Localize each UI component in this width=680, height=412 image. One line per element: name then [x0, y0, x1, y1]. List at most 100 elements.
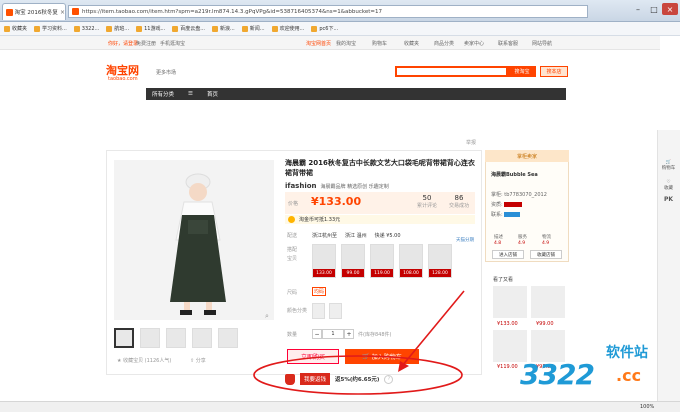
installment-link[interactable]: 天猫分期	[456, 237, 474, 243]
thumbnail[interactable]	[166, 328, 186, 348]
seen-price: ¥99.00	[536, 321, 554, 327]
shipping-label: 配送	[287, 233, 298, 239]
thumbnail[interactable]	[114, 328, 134, 348]
add-to-cart-button[interactable]: 🛒 加入购物车	[345, 349, 419, 364]
bundle-swatch[interactable]: 99.00	[341, 244, 365, 278]
page-icon	[106, 25, 113, 32]
page-icon	[73, 25, 80, 32]
bookmark-item[interactable]: pc6下...	[311, 25, 338, 32]
nav-home[interactable]: 首页	[207, 90, 218, 98]
quantity-label: 数量	[287, 332, 298, 338]
seen-item[interactable]	[531, 286, 565, 318]
zoom-level[interactable]: 100%	[640, 404, 654, 410]
thumbnail[interactable]	[218, 328, 238, 348]
buy-now-button[interactable]: 立即购买	[287, 349, 339, 364]
mobile-link[interactable]: 手机逛淘宝	[160, 40, 185, 47]
rebate-button[interactable]: 我要返钱	[300, 373, 331, 385]
thumbnail[interactable]	[192, 328, 212, 348]
review-count[interactable]: 50 累计评论	[413, 194, 441, 209]
cart-link[interactable]: 购物车	[372, 40, 387, 47]
my-taobao-link[interactable]: 我的淘宝	[336, 40, 356, 47]
site-top-bar: 你好，请登录 免费注册 手机逛淘宝 淘宝网首页 我的淘宝 购物车 收藏夹 商品分…	[0, 36, 660, 50]
color-label: 颜色分类	[287, 308, 308, 314]
search-input[interactable]	[395, 66, 508, 77]
enter-shop-button[interactable]: 进入店铺	[492, 250, 524, 259]
bookmark-item[interactable]: 航班...	[106, 25, 129, 32]
status-bar: 100%	[0, 401, 680, 412]
seen-price: ¥133.00	[497, 321, 518, 327]
share-link[interactable]: ⇪ 分享	[190, 357, 206, 364]
bookmarks-bar: 收藏夹 学习资料... 3322... 航班... 11游戏... 百度云盘..…	[0, 22, 680, 36]
wangwang-icon[interactable]	[504, 212, 521, 217]
shop-name[interactable]: 海晨霸Bubble Sea	[491, 171, 538, 178]
collect-item-link[interactable]: ★ 收藏宝贝 (1126人气)	[117, 357, 171, 364]
bundle-swatch[interactable]: 108.00	[399, 244, 423, 278]
login-link[interactable]: 你好，请登录	[108, 40, 138, 47]
rail-cart[interactable]: 🛒 购物车	[657, 160, 680, 171]
bookmark-item[interactable]: 新闻...	[241, 25, 265, 32]
size-label: 尺码	[287, 290, 298, 296]
bookmark-item[interactable]: 百度云盘...	[172, 25, 205, 32]
price-label: 价格	[288, 201, 299, 207]
nav-all-categories[interactable]: 所有分类	[152, 90, 174, 98]
customer-service-link[interactable]: 联系客服	[498, 40, 518, 47]
brand-row: ifashion 海晨霸品牌 精选原创 乐趣定制	[285, 182, 389, 190]
search-store-button[interactable]: 搜本店	[540, 66, 568, 77]
color-option[interactable]	[329, 303, 342, 319]
rebate-row: 我要返钱 返5%(约6.65元) ?	[285, 372, 415, 386]
favorites-link[interactable]: 收藏夹	[404, 40, 419, 47]
quantity-decrease-button[interactable]: −	[312, 329, 322, 339]
stock-text: 件(库存848件)	[358, 332, 392, 338]
price-box: 价格 ¥133.00 50 累计评论 86 交易成功	[285, 192, 475, 214]
color-option[interactable]	[312, 303, 325, 319]
page-icon	[212, 25, 218, 32]
collect-shop-button[interactable]: 收藏店铺	[530, 250, 562, 259]
bundle-swatch[interactable]: 133.00	[312, 244, 336, 278]
size-option[interactable]: 均码	[312, 287, 326, 296]
destination-select[interactable]: 浙江 温州	[345, 232, 367, 239]
bookmark-item[interactable]: 欢迎使用...	[271, 25, 304, 32]
minimize-button[interactable]: –	[630, 3, 646, 15]
bundle-swatch[interactable]: 119.00	[370, 244, 394, 278]
score-label: 服务	[518, 235, 527, 240]
categories-link[interactable]: 商品分类	[434, 40, 454, 47]
browser-tab[interactable]: 淘宝 2016秋冬复古中长... ×	[2, 3, 66, 20]
seen-title: 看了又看	[493, 277, 514, 283]
close-tab-icon[interactable]: ×	[60, 9, 65, 16]
report-link[interactable]: 举报	[466, 139, 476, 146]
bookmark-item[interactable]: 新浪...	[212, 25, 235, 32]
quantity-increase-button[interactable]: +	[344, 329, 354, 339]
quantity-input[interactable]: 1	[322, 329, 344, 339]
maximize-button[interactable]: □	[646, 3, 662, 15]
home-link[interactable]: 淘宝网首页	[306, 40, 331, 47]
zoom-icon[interactable]: ⌕	[265, 312, 269, 321]
seen-price: ¥119.00	[497, 364, 518, 370]
address-bar[interactable]: https://item.taobao.com/item.htm?spm=a21…	[68, 5, 588, 18]
rail-favorites[interactable]: ♡ 收藏	[657, 180, 680, 191]
bookmark-item[interactable]: 11游戏...	[136, 25, 165, 32]
price-value: ¥133.00	[311, 195, 362, 208]
shop-contact: 联系:	[491, 211, 521, 218]
info-icon[interactable]: ?	[384, 374, 394, 384]
bookmark-item[interactable]: 3322...	[73, 25, 99, 32]
menu-icon: ☰	[188, 91, 193, 97]
seen-item[interactable]	[493, 286, 527, 318]
close-button[interactable]: ×	[662, 3, 678, 15]
category-nav: 所有分类 ☰ 首页	[146, 88, 566, 100]
thumbnail[interactable]	[140, 328, 160, 348]
product-title: 海晨霸 2016秋冬复古中长款文艺大口袋毛呢背带裙背心连衣裙背带裙	[285, 159, 475, 177]
bundle-label: 搭配宝贝	[287, 247, 298, 262]
main-product-image[interactable]	[114, 160, 274, 320]
bookmark-item[interactable]: 收藏夹	[4, 25, 27, 32]
rail-pk[interactable]: PK	[657, 196, 680, 203]
seller-center-link[interactable]: 卖家中心	[464, 40, 484, 47]
page-icon	[271, 25, 278, 32]
more-market-dropdown[interactable]: 更多市场	[156, 69, 176, 76]
bookmark-item[interactable]: 学习资料...	[34, 25, 67, 32]
site-icon	[72, 8, 79, 15]
folder-icon	[34, 25, 41, 32]
register-link[interactable]: 免费注册	[136, 40, 156, 47]
bundle-swatch[interactable]: 128.00	[428, 244, 452, 278]
site-nav-link[interactable]: 网站导航	[532, 40, 552, 47]
search-taobao-button[interactable]: 搜淘宝	[508, 66, 536, 77]
